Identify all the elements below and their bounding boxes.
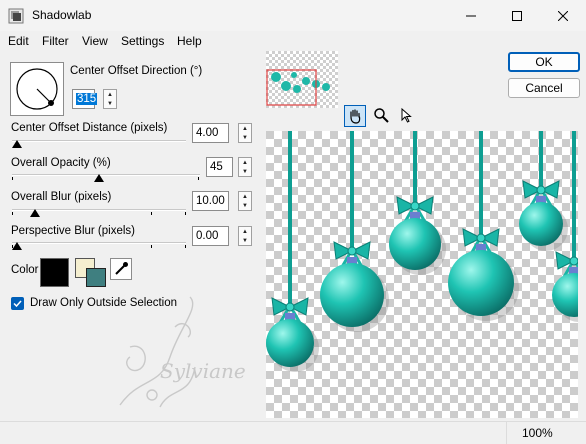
blur-label: Overall Blur (pixels) <box>11 191 112 203</box>
close-button[interactable] <box>540 0 586 31</box>
minimize-icon <box>466 15 476 16</box>
opacity-tick <box>12 177 13 180</box>
maximize-icon <box>512 10 522 21</box>
opacity-slider-thumb[interactable] <box>94 174 104 182</box>
checkmark-icon <box>13 300 22 308</box>
distance-slider-thumb[interactable] <box>12 140 22 148</box>
opacity-slider-track[interactable] <box>12 174 200 176</box>
watermark-text: Sylviane <box>160 359 246 383</box>
menu-bar: Edit Filter View Settings Help <box>0 31 586 51</box>
direction-value: 315 <box>76 93 98 105</box>
eyedropper-button[interactable] <box>110 258 132 280</box>
menu-filter[interactable]: Filter <box>42 34 69 48</box>
perspective-tick <box>151 245 152 248</box>
blur-tick <box>185 212 186 215</box>
app-icon <box>8 8 24 24</box>
opacity-input[interactable]: 45 <box>206 157 233 177</box>
direction-dial[interactable] <box>10 62 64 116</box>
title-bar: Shadowlab <box>0 0 586 31</box>
preview-canvas[interactable] <box>266 131 578 418</box>
blur-tick <box>151 212 152 215</box>
distance-input[interactable]: 4.00 <box>192 123 229 143</box>
perspective-tick <box>185 245 186 248</box>
direction-dial-graphic <box>16 68 58 110</box>
close-icon <box>558 10 568 21</box>
opacity-label: Overall Opacity (%) <box>11 157 111 169</box>
distance-slider-track[interactable] <box>12 140 186 142</box>
blur-spinner[interactable]: ▲ ▼ <box>238 191 252 211</box>
cancel-button[interactable]: Cancel <box>508 78 580 98</box>
direction-spinner[interactable]: ▲ ▼ <box>103 89 117 109</box>
shadow-color-swatch[interactable] <box>40 258 69 287</box>
perspective-spinner[interactable]: ▲ ▼ <box>238 226 252 246</box>
minimize-button[interactable] <box>448 0 494 31</box>
perspective-input[interactable]: 0.00 <box>192 226 229 246</box>
menu-view[interactable]: View <box>82 34 108 48</box>
settings-panel: Center Offset Direction (°) 315 ▲ ▼ Cente… <box>0 51 262 421</box>
direction-label: Center Offset Direction (°) <box>70 65 203 77</box>
perspective-label: Perspective Blur (pixels) <box>11 225 135 237</box>
hand-icon <box>350 109 361 124</box>
color-label: Color <box>11 264 39 276</box>
distance-label: Center Offset Distance (pixels) <box>11 122 168 134</box>
pointer-tool[interactable] <box>396 105 416 125</box>
zoom-icon <box>374 108 389 123</box>
distance-spinner[interactable]: ▲ ▼ <box>238 123 252 143</box>
menu-settings[interactable]: Settings <box>121 34 164 48</box>
opacity-tick <box>198 177 199 180</box>
menu-help[interactable]: Help <box>177 34 202 48</box>
foreground-color-swatch[interactable] <box>86 268 106 287</box>
hand-tool[interactable] <box>344 105 366 127</box>
menu-edit[interactable]: Edit <box>8 34 29 48</box>
watermark-swirl <box>119 296 196 408</box>
status-divider <box>506 422 507 444</box>
perspective-tick <box>12 245 13 248</box>
blur-tick <box>12 212 13 215</box>
blur-slider-thumb[interactable] <box>30 209 40 217</box>
window-title: Shadowlab <box>32 8 92 22</box>
zoom-level: 100% <box>522 426 553 440</box>
perspective-slider-thumb[interactable] <box>12 242 22 250</box>
pointer-icon <box>401 107 412 123</box>
preview-thumbnail[interactable] <box>266 51 338 108</box>
zoom-tool[interactable] <box>371 105 391 125</box>
opacity-spinner[interactable]: ▲ ▼ <box>238 157 252 177</box>
outside-selection-checkbox[interactable] <box>11 297 24 310</box>
maximize-button[interactable] <box>494 0 540 31</box>
direction-input[interactable]: 315 <box>72 89 98 109</box>
blur-input[interactable]: 10.00 <box>192 191 229 211</box>
status-bar: 100% <box>0 421 586 444</box>
ok-button[interactable]: OK <box>508 52 580 72</box>
eyedropper-icon <box>115 262 128 275</box>
perspective-slider-track[interactable] <box>12 242 186 244</box>
